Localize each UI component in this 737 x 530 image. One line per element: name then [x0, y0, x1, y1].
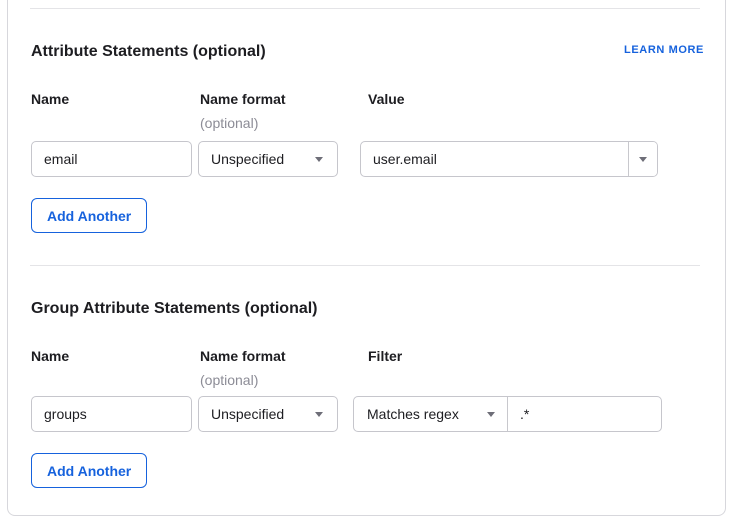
attr-name-format-select-value: Unspecified [211, 151, 315, 167]
attr-value-column-header: Value [368, 91, 405, 108]
attr-name-column-header: Name [31, 91, 69, 108]
settings-card [7, 0, 726, 516]
group-filter-type-select[interactable]: Matches regex [354, 397, 508, 431]
attr-value-input[interactable] [361, 142, 628, 176]
group-name-column-header: Name [31, 348, 69, 365]
learn-more-link[interactable]: LEARN MORE [624, 44, 704, 56]
group-filter-column-header: Filter [368, 348, 402, 365]
group-add-another-button[interactable]: Add Another [31, 453, 147, 488]
group-name-format-select[interactable]: Unspecified [198, 396, 338, 432]
group-name-format-select-value: Unspecified [211, 406, 315, 422]
group-filter-combo-field: Matches regex [353, 396, 662, 432]
group-filter-value-input[interactable] [508, 397, 661, 431]
attr-name-format-optional-hint: (optional) [200, 115, 258, 132]
caret-down-icon [315, 157, 323, 162]
attr-add-another-button[interactable]: Add Another [31, 198, 147, 233]
attribute-statements-title: Attribute Statements (optional) [31, 42, 266, 62]
section-divider-top [30, 8, 700, 9]
attr-value-dropdown-button[interactable] [628, 142, 657, 176]
group-name-format-column-header: Name format [200, 348, 286, 365]
caret-down-icon [315, 412, 323, 417]
saml-settings-page: Attribute Statements (optional) LEARN MO… [0, 0, 737, 530]
caret-down-icon [639, 157, 647, 162]
caret-down-icon [487, 412, 495, 417]
group-attribute-statements-title: Group Attribute Statements (optional) [31, 299, 318, 319]
group-filter-type-select-value: Matches regex [367, 406, 487, 422]
attr-name-input[interactable] [31, 141, 192, 177]
attr-name-format-select[interactable]: Unspecified [198, 141, 338, 177]
group-name-input[interactable] [31, 396, 192, 432]
section-divider-middle [30, 265, 700, 266]
group-name-format-optional-hint: (optional) [200, 372, 258, 389]
attr-value-combo-field [360, 141, 658, 177]
attr-name-format-column-header: Name format [200, 91, 286, 108]
